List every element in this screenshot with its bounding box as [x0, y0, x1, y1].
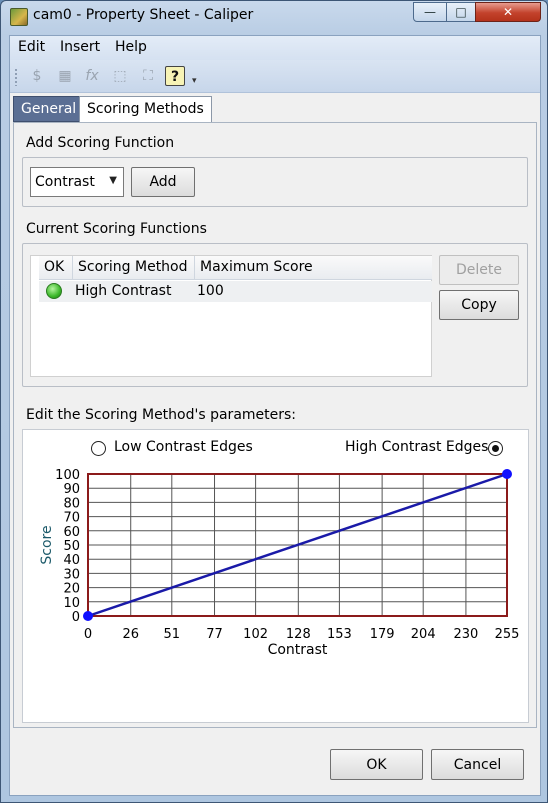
column-ok[interactable]: OK	[39, 256, 73, 280]
close-button[interactable]: ✕	[475, 2, 541, 22]
scoring-functions-list[interactable]: OK Scoring Method Maximum Score High Con…	[30, 255, 432, 377]
params-title: Edit the Scoring Method's parameters:	[26, 407, 297, 423]
cell-max-score: 100	[197, 283, 224, 299]
y-tick-label: 100	[55, 468, 80, 483]
y-tick-label: 30	[63, 567, 80, 582]
table-row[interactable]: High Contrast 100	[39, 281, 432, 302]
x-tick-label: 128	[286, 627, 311, 642]
status-ok-icon	[46, 283, 62, 299]
cell-method: High Contrast	[75, 283, 172, 299]
x-tick-label: 255	[495, 627, 520, 642]
x-tick-label: 230	[454, 627, 479, 642]
x-tick-label: 77	[206, 627, 223, 642]
property-sheet-window: cam0 - Property Sheet - Caliper — □ ✕ Ed…	[0, 0, 548, 803]
current-scoring-title: Current Scoring Functions	[26, 221, 207, 237]
list-header: OK Scoring Method Maximum Score	[39, 256, 432, 280]
function-icon[interactable]: fx	[82, 66, 102, 86]
y-tick-label: 10	[63, 596, 80, 611]
add-scoring-title: Add Scoring Function	[26, 135, 175, 151]
x-tick-label: 179	[370, 627, 395, 642]
y-tick-label: 20	[63, 582, 80, 597]
data-point	[502, 469, 512, 479]
scoring-function-select[interactable]: Contrast ▼	[30, 167, 124, 197]
window-title: cam0 - Property Sheet - Caliper	[33, 7, 254, 23]
scoring-methods-page: Add Scoring Function Contrast ▼ Add Curr…	[13, 122, 537, 728]
menu-help[interactable]: Help	[115, 39, 147, 55]
menu-edit[interactable]: Edit	[18, 39, 45, 55]
title-bar[interactable]: cam0 - Property Sheet - Caliper — □ ✕	[1, 1, 547, 34]
ok-button[interactable]: OK	[330, 749, 423, 780]
y-tick-label: 90	[63, 482, 80, 497]
add-button[interactable]: Add	[131, 167, 195, 197]
y-tick-label: 0	[72, 610, 80, 625]
y-tick-label: 70	[63, 511, 80, 526]
select-value: Contrast	[35, 174, 95, 190]
column-maximum-score[interactable]: Maximum Score	[195, 256, 432, 280]
x-tick-label: 102	[243, 627, 268, 642]
y-tick-label: 50	[63, 539, 80, 554]
delete-button[interactable]: Delete	[439, 255, 519, 285]
params-panel: Low Contrast Edges High Contrast Edges 0…	[22, 429, 529, 723]
scoring-chart: 01020304050607080901000 26 51 77 102 128 153 17…	[39, 468, 520, 658]
select-icon[interactable]: ⬚	[110, 66, 130, 86]
y-tick-label: 80	[63, 496, 80, 511]
x-tick-label: 153	[327, 627, 352, 642]
fit-icon[interactable]: ⛶	[138, 66, 158, 86]
help-icon[interactable]: ?	[165, 66, 185, 86]
menu-insert[interactable]: Insert	[60, 39, 100, 55]
grip-icon[interactable]	[14, 68, 18, 86]
toolbar-overflow-icon[interactable]: ▾	[192, 76, 197, 86]
low-contrast-label[interactable]: Low Contrast Edges	[114, 439, 253, 455]
app-icon	[10, 8, 28, 26]
high-contrast-radio[interactable]	[488, 441, 503, 456]
x-axis-label: Contrast	[268, 642, 328, 658]
cancel-button[interactable]: Cancel	[431, 749, 524, 780]
x-tick-label: 204	[411, 627, 436, 642]
x-tick-label: 51	[164, 627, 181, 642]
x-tick-label: 26	[122, 627, 139, 642]
data-point	[83, 611, 93, 621]
y-axis-label: Score	[39, 525, 55, 564]
menu-bar: Edit Insert Help	[10, 36, 540, 60]
copy-button[interactable]: Copy	[439, 290, 519, 320]
maximize-button[interactable]: □	[446, 2, 476, 22]
x-tick-label: 0	[84, 627, 92, 642]
high-contrast-label[interactable]: High Contrast Edges	[345, 439, 488, 455]
tab-general[interactable]: General	[13, 96, 85, 122]
y-tick-label: 60	[63, 525, 80, 540]
grid-icon[interactable]: ▦	[55, 66, 75, 86]
minimize-button[interactable]: —	[413, 2, 447, 22]
chevron-down-icon: ▼	[109, 175, 117, 186]
currency-icon[interactable]: $	[27, 66, 47, 86]
tab-scoring-methods[interactable]: Scoring Methods	[79, 96, 212, 123]
dialog-client: Edit Insert Help $ ▦ fx ⬚ ⛶ ? ▾ General …	[9, 35, 541, 796]
low-contrast-radio[interactable]	[91, 441, 106, 456]
y-tick-label: 40	[63, 553, 80, 568]
toolbar: $ ▦ fx ⬚ ⛶ ? ▾	[10, 60, 540, 93]
column-scoring-method[interactable]: Scoring Method	[73, 256, 195, 280]
